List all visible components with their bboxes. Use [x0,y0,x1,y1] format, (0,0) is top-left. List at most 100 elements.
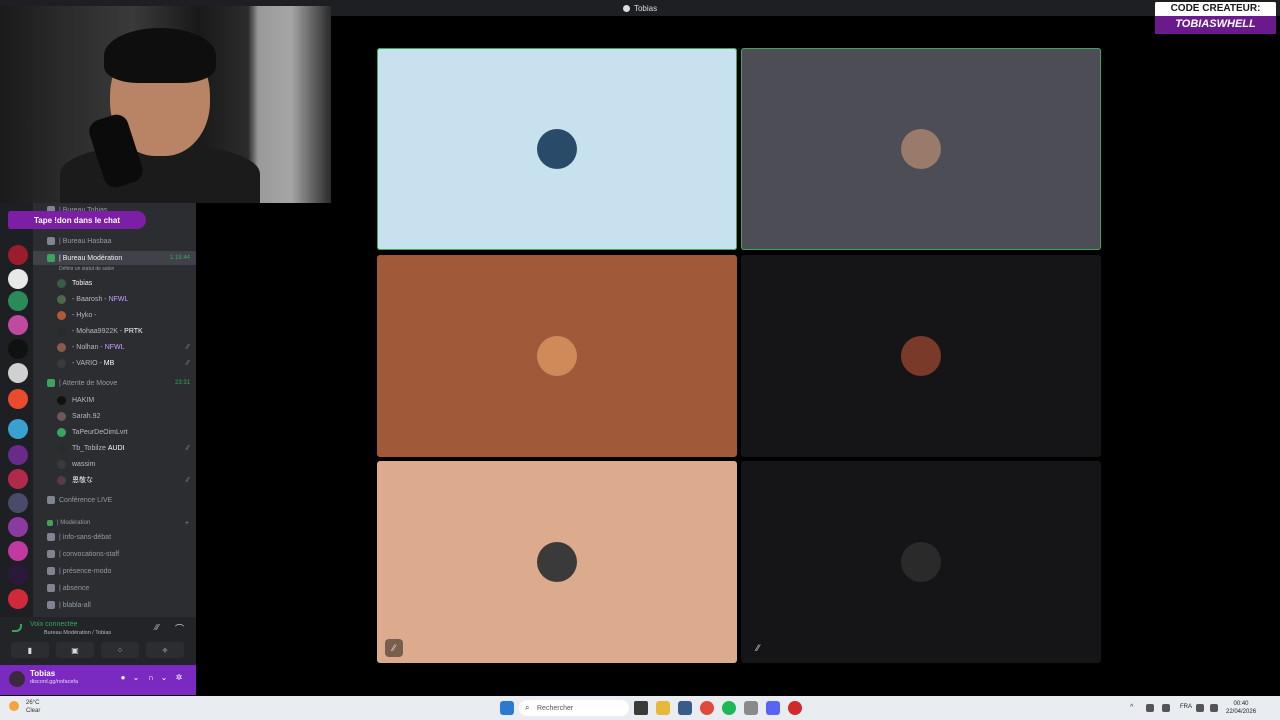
server-icon[interactable] [8,389,28,409]
text-channel[interactable]: | blabla-all [33,598,196,612]
server-icon[interactable] [8,589,28,609]
activities-button[interactable]: ⁘ [101,642,139,658]
search-icon: ⌕ [525,703,530,712]
task-view-icon[interactable] [634,701,648,715]
voice-channel[interactable]: | Attente de Moove 23:31 [33,376,196,390]
spotify-icon[interactable] [722,701,736,715]
signal-icon [12,624,22,632]
windows-start-icon[interactable] [500,701,514,715]
server-icon[interactable] [8,445,28,465]
voice-status: Voix connectée [30,621,78,628]
chevron-down-icon[interactable]: ⌄ [159,673,169,683]
participant-avatar [537,336,577,376]
chevron-up-icon[interactable]: ^ [1130,704,1138,712]
voice-user[interactable]: 恩敬な ⁄⁄ [33,473,196,487]
voice-user[interactable]: HAKIM [33,393,196,407]
participant-avatar [901,336,941,376]
file-explorer-icon[interactable] [656,701,670,715]
voice-channel-path[interactable]: Bureau Modération / Tobias [44,630,111,636]
creator-code-value: TOBIASWHELL [1155,16,1276,34]
participant-tile[interactable]: ⁄⁄ [377,461,737,663]
voice-user[interactable]: TaPeurDeOimLvrt [33,425,196,439]
voice-user[interactable]: - Mohaa9922K - PRTK [33,324,196,338]
deafened-icon: ⁄⁄ [186,476,189,484]
wifi-icon[interactable] [1196,704,1204,712]
server-icon[interactable] [8,517,28,537]
server-icon[interactable] [8,315,28,335]
voice-user[interactable]: - Hyko - [33,308,196,322]
store-icon[interactable] [678,701,692,715]
volume-icon[interactable] [1210,704,1218,712]
app-icon[interactable] [788,701,802,715]
user-name: Tobias [30,669,56,678]
tray-icon[interactable] [1162,704,1170,712]
voice-user[interactable]: - VARIO - MB ⁄⁄ [33,356,196,370]
promo-text: Tape !don dans le chat [33,215,121,225]
voice-connected-panel: Voix connectée Bureau Modération / Tobia… [0,617,196,665]
text-channel[interactable]: | convocations-staff [33,547,196,561]
headphones-icon[interactable]: ∩ [146,673,156,683]
participant-tile[interactable]: ⁄⁄ [741,461,1101,663]
deafened-icon: ⁄⁄ [756,643,760,653]
server-icon[interactable] [8,339,28,359]
server-icon[interactable] [8,469,28,489]
server-icon[interactable] [8,245,28,265]
sun-icon [9,701,19,711]
system-clock[interactable]: 00:40 22/04/2026 [1226,700,1256,716]
channel-list: | Bureau Tobias | Bureau Hasbaa | Bureau… [33,203,196,617]
deafened-icon: ⁄⁄ [186,359,189,367]
text-channel[interactable]: | absence [33,581,196,595]
participant-tile[interactable] [741,255,1101,457]
streamer-webcam [0,6,331,203]
chrome-icon[interactable] [700,701,714,715]
text-channel[interactable]: | présence-modo [33,564,196,578]
server-icon[interactable] [8,565,28,585]
server-icon[interactable] [8,269,28,289]
discord-taskbar-icon[interactable] [766,701,780,715]
soundboard-button[interactable]: ✧ [146,642,184,658]
voice-channel[interactable]: Conférence LIVE [33,493,196,507]
participant-avatar [901,542,941,582]
server-icon[interactable] [8,419,28,439]
tray-icon[interactable] [1146,704,1154,712]
voice-user[interactable]: wassim [33,457,196,471]
text-channel[interactable]: | info-sans-débat [33,530,196,544]
voice-user[interactable]: Tb_Tobilze AUDI ⁄⁄ [33,441,196,455]
voice-user[interactable]: Sarah.92 [33,409,196,423]
disconnect-icon[interactable]: ⌒ [175,622,184,635]
server-icon[interactable] [8,541,28,561]
voice-user[interactable]: - Nolhan - NFWL ⁄⁄ [33,340,196,354]
participant-avatar [901,129,941,169]
deafened-icon: ⁄⁄ [186,444,189,452]
user-status: discord.gg/nofacefa [30,679,79,685]
server-icon[interactable] [8,291,28,311]
settings-gear-icon[interactable]: ✲ [174,673,184,683]
taskbar-search[interactable]: ⌕ Rechercher [519,700,629,716]
creator-code-label: CODE CREATEUR: [1155,2,1276,16]
participant-avatar [537,129,577,169]
microphone-icon[interactable]: ● [118,673,128,683]
server-icon[interactable] [8,493,28,513]
voice-user[interactable]: - Baarosh - NFWL [33,292,196,306]
category-header[interactable]: | Modération + [33,516,196,530]
add-channel-icon[interactable]: + [185,520,189,527]
noise-suppression-icon[interactable]: ⁄⁄⁄ [155,623,159,632]
screen-share-button[interactable]: ▣ [56,642,94,658]
deafened-icon: ⁄⁄ [186,343,189,351]
user-avatar[interactable] [9,671,25,687]
user-panel: Tobias discord.gg/nofacefa ● ⌄ ∩ ⌄ ✲ [0,665,196,695]
app-icon[interactable] [744,701,758,715]
camera-button[interactable]: ▮ [11,642,49,658]
participant-tile[interactable] [377,48,737,250]
participant-tile[interactable] [741,48,1101,250]
participant-tile[interactable] [377,255,737,457]
language-indicator[interactable]: FRA [1180,704,1192,710]
deafened-icon: ⁄⁄ [385,639,403,657]
server-icon[interactable] [8,363,28,383]
voice-user[interactable]: Tobias [33,276,196,290]
discord-icon [622,4,630,12]
chevron-down-icon[interactable]: ⌄ [131,673,141,683]
voice-channel[interactable]: | Bureau Hasbaa [33,234,196,248]
donation-promo-banner: Tape !don dans le chat [8,211,146,229]
channel-status[interactable]: Définir un statut de salon [33,262,196,276]
